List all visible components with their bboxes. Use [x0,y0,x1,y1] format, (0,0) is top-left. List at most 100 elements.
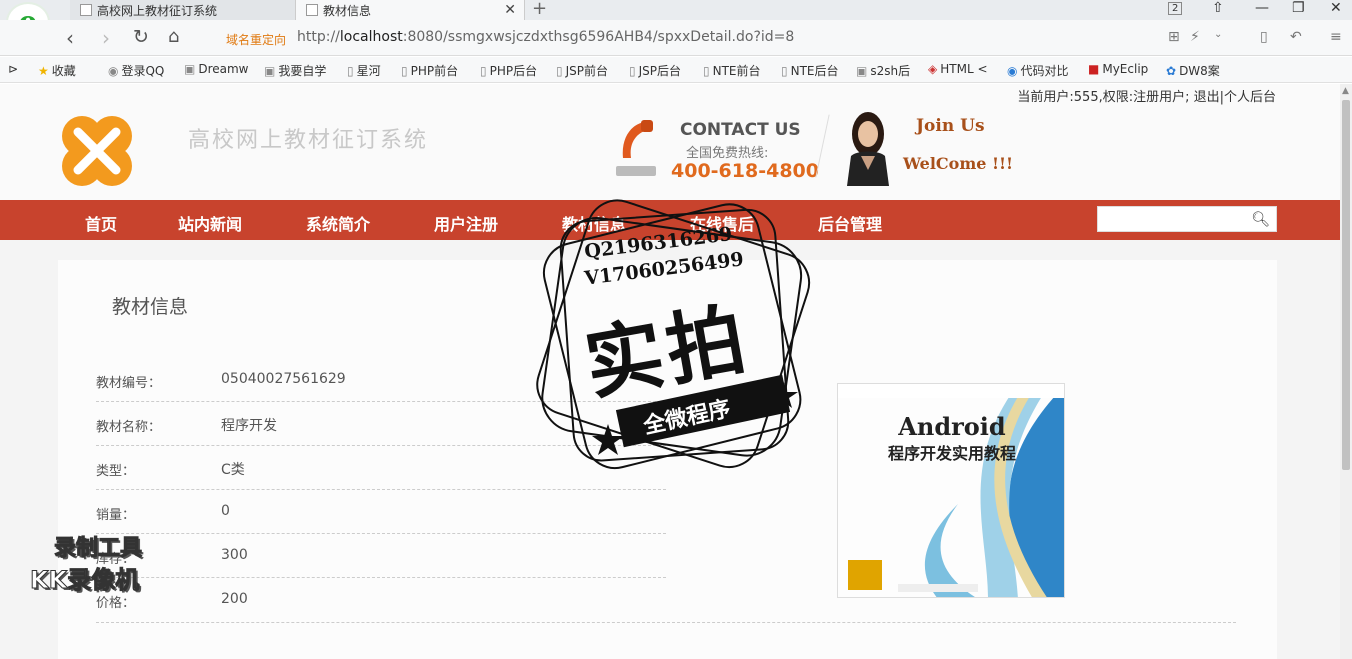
browser-tab-bar: 高校网上教材征订系统 教材信息 ✕ + 2 ⇧ — ❐ ✕ [0,0,1352,20]
site-logo-icon [62,116,132,186]
recorder-line-1: 录制工具 [53,536,143,562]
bookmark-label: 星河 [356,64,381,78]
page-scrollbar[interactable]: ▲ [1340,84,1352,659]
field-row: 销量： 0 [96,490,666,534]
nav-about[interactable]: 系统简介 [306,211,370,235]
header-divider [815,114,830,178]
field-label: 类型： [96,464,136,479]
address-bar: ‹ › ↻ ⌂ 域名重定向 http://localhost:8080/ssmg… [0,20,1352,56]
url-path: :8080/ssmgxwsjczdxthsg6596AHB4/spxxDetai… [402,29,795,45]
url-prefix: http:// [297,29,340,45]
contact-title: CONTACT US [680,120,801,140]
bookmark-php-back[interactable]: ▯ PHP后台 [480,62,537,79]
field-value: 程序开发 [221,418,277,434]
nav-news[interactable]: 站内新闻 [178,211,242,235]
bookmark-label: s2sh后 [870,64,911,78]
bookmark-php-front[interactable]: ▯ PHP前台 [401,62,458,79]
nav-register[interactable]: 用户注册 [434,211,498,235]
redirect-label: 域名重定向 [226,33,287,47]
field-row: 类型： C类 [96,446,666,490]
field-row: 库存： 300 [96,534,666,578]
bookmark-label: 代码对比 [1020,64,1069,78]
chevron-down-icon[interactable]: ⌄ [1214,29,1222,40]
bookmark-jsp-back[interactable]: ▯ JSP后台 [629,62,681,79]
bookmark-code-compare[interactable]: ◉ 代码对比 [1007,62,1069,79]
tab-textbook-info[interactable]: 教材信息 ✕ [295,0,525,20]
bookmark-label: 我要自学 [278,64,327,78]
forward-icon[interactable]: › [102,26,110,50]
new-tab-button[interactable]: + [532,0,547,19]
menu-icon[interactable]: ≡ [1330,29,1342,45]
bookmark-nte-back[interactable]: ▯ NTE后台 [781,62,839,79]
field-label: 教材名称： [96,420,162,435]
window-close-icon[interactable]: ✕ [1330,0,1342,16]
page-favicon-icon [80,4,92,16]
bookmark-xinghe[interactable]: ▯ 星河 [347,62,381,79]
search-input[interactable]: 🔍︎ [1097,206,1277,232]
bookmark-qq[interactable]: ◉ 登录QQ [108,62,164,79]
phone-mode-icon[interactable]: ▯ [1260,29,1268,45]
bookmark-jsp-front[interactable]: ▯ JSP前台 [556,62,608,79]
field-value: 0 [221,503,230,519]
bookmark-myeclipse[interactable]: ■ MyEclip [1088,62,1148,76]
join-us-text: Join Us [916,116,985,136]
field-row: 教材名称： 程序开发 [96,402,666,446]
welcome-text: WelCome !!! [903,154,1014,173]
contact-number: 400-618-4800 [671,160,819,182]
field-value: 300 [221,547,248,563]
model-photo [847,112,889,186]
shirt-icon[interactable]: ⇧ [1212,0,1224,16]
bookmark-nte-front[interactable]: ▯ NTE前台 [703,62,761,79]
bookmark-self-study[interactable]: ▣ 我要自学 [264,62,326,79]
field-value: 05040027561629 [221,371,346,387]
nav-home[interactable]: 首页 [85,211,117,235]
bookmark-html[interactable]: ◈ HTML < [928,62,988,76]
refresh-icon[interactable]: ↻ [133,26,149,48]
bookmarks-bar: ⊳ ★ 收藏 ◉ 登录QQ ▣ Dreamw ▣ 我要自学 ▯ 星河 ▯ PHP前台 ▯ PH… [0,57,1352,83]
tab-label: 高校网上教材征订系统 [97,3,218,18]
url-input[interactable]: http://localhost:8080/ssmgxwsjczdxthsg65… [297,29,794,45]
restore-icon[interactable]: ❐ [1292,0,1305,16]
book-cover-subtitle: 程序开发实用教程 [887,444,1016,463]
book-cover-image: Android 程序开发实用教程 [837,383,1065,598]
back-icon[interactable]: ‹ [66,26,74,50]
search-icon[interactable]: 🔍︎ [1251,210,1270,228]
divider [96,622,1236,623]
contact-subtitle: 全国免费热线: [686,146,769,161]
bookmark-label: DW8案 [1179,64,1220,78]
field-value: C类 [221,462,245,478]
bookmark-label: NTE前台 [712,64,761,78]
window-count-badge[interactable]: 2 [1168,2,1183,15]
bookmark-label: 登录QQ [121,64,165,78]
bookmark-label: 收藏 [51,64,76,78]
bookmark-label: HTML < [940,62,988,76]
book-cover-title: Android [898,412,1006,441]
tab-close-icon[interactable]: ✕ [504,2,516,18]
minimize-icon[interactable]: — [1255,0,1269,16]
tab-label: 教材信息 [323,3,372,18]
bookmark-favorites[interactable]: ★ 收藏 [38,62,76,79]
bookmarks-toggle-icon[interactable]: ⊳ [8,62,18,76]
bookmark-label: NTE后台 [790,64,839,78]
scroll-up-icon[interactable]: ▲ [1342,86,1349,96]
nav-textbook-info[interactable]: 教材信息 [562,211,626,235]
nav-admin[interactable]: 后台管理 [818,211,882,235]
bookmark-s2sh[interactable]: ▣ s2sh后 [856,62,910,79]
tab-system-home[interactable]: 高校网上教材征订系统 [70,0,295,20]
page-title: 教材信息 [112,296,189,318]
url-host: localhost [339,29,403,45]
bookmark-label: JSP前台 [565,64,609,78]
scrollbar-thumb[interactable] [1342,100,1350,470]
field-label: 销量： [96,508,136,523]
bookmark-dreamweaver[interactable]: ▣ Dreamw [184,62,249,76]
site-name: 高校网上教材征订系统 [188,128,429,153]
lightning-icon[interactable]: ⚡ [1190,29,1200,45]
undo-icon[interactable]: ↶ [1290,29,1302,45]
home-icon[interactable]: ⌂ [168,26,179,47]
grid-icon[interactable]: ⊞ [1168,29,1180,45]
bookmark-dw8[interactable]: ✿ DW8案 [1166,62,1220,79]
recorder-line-2: KK录像机 [29,566,140,595]
bookmark-label: JSP后台 [638,64,682,78]
user-info-links[interactable]: 当前用户:555,权限:注册用户; 退出|个人后台 [1017,86,1276,105]
field-row: 价格： 200 [96,578,666,622]
